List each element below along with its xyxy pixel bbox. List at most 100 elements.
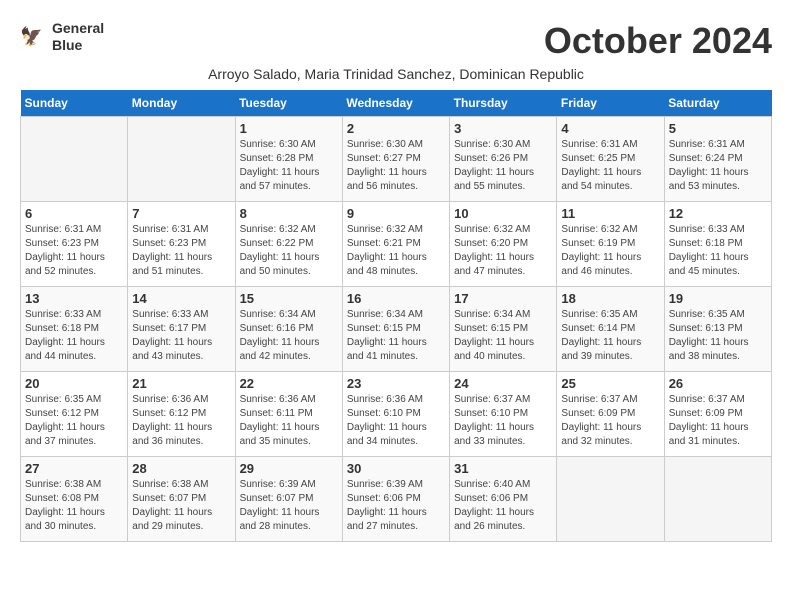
day-number: 27 (25, 461, 123, 476)
weekday-header-friday: Friday (557, 90, 664, 117)
calendar-cell: 28 Sunrise: 6:38 AM Sunset: 6:07 PM Dayli… (128, 457, 235, 542)
day-number: 29 (240, 461, 338, 476)
calendar-cell (128, 117, 235, 202)
calendar-cell: 9Sunrise: 6:32 AM Sunset: 6:21 PM Daylig… (342, 202, 449, 287)
calendar-cell: 7 Sunrise: 6:31 AM Sunset: 6:23 PM Daylig… (128, 202, 235, 287)
page-header: 🦅 General Blue October 2024 (20, 20, 772, 62)
calendar-cell: 15 Sunrise: 6:34 AM Sunset: 6:16 PM Dayli… (235, 287, 342, 372)
calendar-week-4: 20 Sunrise: 6:35 AM Sunset: 6:12 PM Dayli… (21, 372, 772, 457)
day-number: 5 (669, 121, 767, 136)
weekday-header-row: SundayMondayTuesdayWednesdayThursdayFrid… (21, 90, 772, 117)
day-info: Sunrise: 6:30 AM Sunset: 6:27 PM Dayligh… (347, 138, 445, 194)
calendar-cell: 21Sunrise: 6:36 AM Sunset: 6:12 PM Dayli… (128, 372, 235, 457)
calendar-cell: 26Sunrise: 6:37 AM Sunset: 6:09 PM Dayli… (664, 372, 771, 457)
logo-text: General Blue (52, 20, 104, 54)
day-number: 25 (561, 376, 659, 391)
day-number: 23 (347, 376, 445, 391)
calendar-cell: 18 Sunrise: 6:35 AM Sunset: 6:14 PM Dayli… (557, 287, 664, 372)
day-info: Sunrise: 6:33 AM Sunset: 6:18 PM Dayligh… (25, 308, 123, 364)
day-info: Sunrise: 6:34 AM Sunset: 6:15 PM Dayligh… (454, 308, 552, 364)
day-number: 4 (561, 121, 659, 136)
day-number: 11 (561, 206, 659, 221)
day-number: 19 (669, 291, 767, 306)
calendar-cell: 6Sunrise: 6:31 AM Sunset: 6:23 PM Daylig… (21, 202, 128, 287)
weekday-header-sunday: Sunday (21, 90, 128, 117)
day-number: 15 (240, 291, 338, 306)
day-number: 10 (454, 206, 552, 221)
day-info: Sunrise: 6:35 AM Sunset: 6:14 PM Dayligh… (561, 308, 659, 364)
day-info: Sunrise: 6:32 AM Sunset: 6:22 PM Dayligh… (240, 223, 338, 279)
day-info: Sunrise: 6:39 AM Sunset: 6:06 PM Dayligh… (347, 478, 445, 534)
logo: 🦅 General Blue (20, 20, 104, 54)
day-number: 17 (454, 291, 552, 306)
calendar-cell: 17 Sunrise: 6:34 AM Sunset: 6:15 PM Dayli… (450, 287, 557, 372)
calendar-week-2: 6Sunrise: 6:31 AM Sunset: 6:23 PM Daylig… (21, 202, 772, 287)
day-info: Sunrise: 6:37 AM Sunset: 6:09 PM Dayligh… (669, 393, 767, 449)
calendar-cell (21, 117, 128, 202)
day-info: Sunrise: 6:33 AM Sunset: 6:18 PM Dayligh… (669, 223, 767, 279)
calendar-cell: 19 Sunrise: 6:35 AM Sunset: 6:13 PM Dayli… (664, 287, 771, 372)
calendar-cell: 25 Sunrise: 6:37 AM Sunset: 6:09 PM Dayli… (557, 372, 664, 457)
day-number: 31 (454, 461, 552, 476)
day-info: Sunrise: 6:31 AM Sunset: 6:25 PM Dayligh… (561, 138, 659, 194)
day-info: Sunrise: 6:31 AM Sunset: 6:23 PM Dayligh… (25, 223, 123, 279)
calendar-cell: 12 Sunrise: 6:33 AM Sunset: 6:18 PM Dayli… (664, 202, 771, 287)
weekday-header-tuesday: Tuesday (235, 90, 342, 117)
calendar-cell: 29 Sunrise: 6:39 AM Sunset: 6:07 PM Dayli… (235, 457, 342, 542)
calendar-cell: 27 Sunrise: 6:38 AM Sunset: 6:08 PM Dayli… (21, 457, 128, 542)
location-subtitle: Arroyo Salado, Maria Trinidad Sanchez, D… (20, 66, 772, 82)
calendar-week-3: 13 Sunrise: 6:33 AM Sunset: 6:18 PM Dayli… (21, 287, 772, 372)
day-number: 13 (25, 291, 123, 306)
day-number: 7 (132, 206, 230, 221)
day-number: 20 (25, 376, 123, 391)
day-number: 12 (669, 206, 767, 221)
day-number: 24 (454, 376, 552, 391)
weekday-header-thursday: Thursday (450, 90, 557, 117)
day-number: 16 (347, 291, 445, 306)
day-info: Sunrise: 6:32 AM Sunset: 6:19 PM Dayligh… (561, 223, 659, 279)
day-info: Sunrise: 6:30 AM Sunset: 6:26 PM Dayligh… (454, 138, 552, 194)
day-number: 8 (240, 206, 338, 221)
calendar-cell: 23 Sunrise: 6:36 AM Sunset: 6:10 PM Dayli… (342, 372, 449, 457)
calendar-cell: 31Sunrise: 6:40 AM Sunset: 6:06 PM Dayli… (450, 457, 557, 542)
day-info: Sunrise: 6:35 AM Sunset: 6:12 PM Dayligh… (25, 393, 123, 449)
day-info: Sunrise: 6:37 AM Sunset: 6:09 PM Dayligh… (561, 393, 659, 449)
day-info: Sunrise: 6:38 AM Sunset: 6:08 PM Dayligh… (25, 478, 123, 534)
day-info: Sunrise: 6:30 AM Sunset: 6:28 PM Dayligh… (240, 138, 338, 194)
calendar-cell: 1 Sunrise: 6:30 AM Sunset: 6:28 PM Daylig… (235, 117, 342, 202)
calendar-cell: 20 Sunrise: 6:35 AM Sunset: 6:12 PM Dayli… (21, 372, 128, 457)
day-number: 18 (561, 291, 659, 306)
day-info: Sunrise: 6:32 AM Sunset: 6:20 PM Dayligh… (454, 223, 552, 279)
day-info: Sunrise: 6:31 AM Sunset: 6:24 PM Dayligh… (669, 138, 767, 194)
day-number: 14 (132, 291, 230, 306)
svg-text:🦅: 🦅 (20, 24, 43, 46)
day-number: 1 (240, 121, 338, 136)
day-info: Sunrise: 6:39 AM Sunset: 6:07 PM Dayligh… (240, 478, 338, 534)
day-info: Sunrise: 6:34 AM Sunset: 6:15 PM Dayligh… (347, 308, 445, 364)
day-number: 2 (347, 121, 445, 136)
calendar-cell: 14 Sunrise: 6:33 AM Sunset: 6:17 PM Dayli… (128, 287, 235, 372)
calendar-cell: 13 Sunrise: 6:33 AM Sunset: 6:18 PM Dayli… (21, 287, 128, 372)
day-number: 28 (132, 461, 230, 476)
day-number: 22 (240, 376, 338, 391)
logo-icon: 🦅 (20, 23, 48, 51)
calendar-cell: 4 Sunrise: 6:31 AM Sunset: 6:25 PM Daylig… (557, 117, 664, 202)
day-info: Sunrise: 6:38 AM Sunset: 6:07 PM Dayligh… (132, 478, 230, 534)
calendar-week-1: 1 Sunrise: 6:30 AM Sunset: 6:28 PM Daylig… (21, 117, 772, 202)
weekday-header-wednesday: Wednesday (342, 90, 449, 117)
calendar-cell (557, 457, 664, 542)
day-info: Sunrise: 6:34 AM Sunset: 6:16 PM Dayligh… (240, 308, 338, 364)
day-info: Sunrise: 6:35 AM Sunset: 6:13 PM Dayligh… (669, 308, 767, 364)
day-info: Sunrise: 6:33 AM Sunset: 6:17 PM Dayligh… (132, 308, 230, 364)
calendar-cell (664, 457, 771, 542)
calendar-cell: 10 Sunrise: 6:32 AM Sunset: 6:20 PM Dayli… (450, 202, 557, 287)
month-title: October 2024 (544, 20, 772, 62)
day-info: Sunrise: 6:36 AM Sunset: 6:10 PM Dayligh… (347, 393, 445, 449)
calendar-table: SundayMondayTuesdayWednesdayThursdayFrid… (20, 90, 772, 542)
day-number: 3 (454, 121, 552, 136)
calendar-cell: 3 Sunrise: 6:30 AM Sunset: 6:26 PM Daylig… (450, 117, 557, 202)
weekday-header-saturday: Saturday (664, 90, 771, 117)
day-info: Sunrise: 6:31 AM Sunset: 6:23 PM Dayligh… (132, 223, 230, 279)
calendar-week-5: 27 Sunrise: 6:38 AM Sunset: 6:08 PM Dayli… (21, 457, 772, 542)
calendar-cell: 8 Sunrise: 6:32 AM Sunset: 6:22 PM Daylig… (235, 202, 342, 287)
